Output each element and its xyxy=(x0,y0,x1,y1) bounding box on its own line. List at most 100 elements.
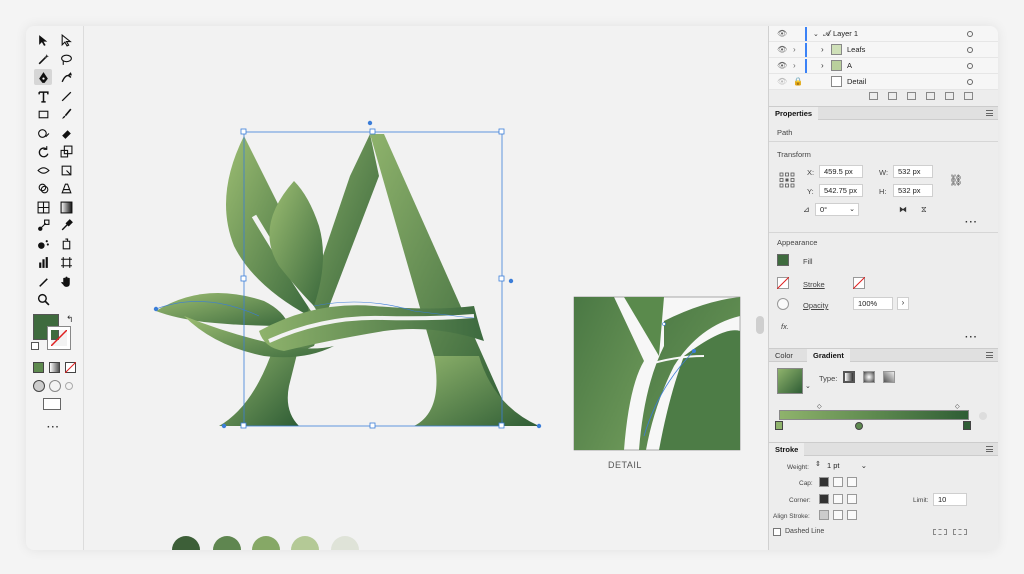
gradient-stop-left[interactable] xyxy=(775,421,783,430)
tab-gradient[interactable]: Gradient xyxy=(807,349,850,362)
selection-tool-icon[interactable] xyxy=(34,32,52,48)
opacity-link[interactable]: Opacity xyxy=(803,301,828,310)
type-tool-icon[interactable] xyxy=(34,88,52,104)
layer-row-detail[interactable]: 👁 🔒 Detail xyxy=(769,74,998,90)
perspective-grid-tool-icon[interactable] xyxy=(57,180,75,196)
color-mode-icon[interactable] xyxy=(33,362,44,373)
layer-row-layer1[interactable]: 👁 ⌄ 𝓐 Layer 1 xyxy=(769,26,998,42)
more-options-icon[interactable]: ··· xyxy=(965,217,978,228)
draw-normal-icon[interactable] xyxy=(33,380,45,392)
freeform-gradient-icon[interactable] xyxy=(883,371,895,383)
artboard-canvas[interactable]: DETAIL xyxy=(84,26,768,550)
fill-color-swatch[interactable] xyxy=(777,254,789,266)
more-tools-icon[interactable]: ··· xyxy=(47,422,60,433)
screen-mode-icon[interactable] xyxy=(43,398,61,410)
new-sublayer-icon[interactable] xyxy=(926,92,935,100)
gradient-tool-icon[interactable] xyxy=(57,199,75,215)
gradient-midpoint-icon[interactable]: ◇ xyxy=(817,403,822,410)
butt-cap-icon[interactable] xyxy=(819,477,829,487)
slice-tool-icon[interactable] xyxy=(34,273,52,289)
symbol-sprayer-tool-icon[interactable] xyxy=(34,236,52,252)
align-center-icon[interactable] xyxy=(819,510,829,520)
more-appearance-icon[interactable]: ··· xyxy=(965,332,978,343)
none-mode-icon[interactable] xyxy=(65,362,76,373)
gradient-stop-mid[interactable] xyxy=(855,422,863,430)
flip-vertical-icon[interactable]: ⧖ xyxy=(921,205,927,215)
gradient-stop-right[interactable] xyxy=(963,421,971,430)
tab-properties[interactable]: Properties xyxy=(769,107,819,120)
fx-icon[interactable]: fx. xyxy=(781,322,789,331)
scale-tool-icon[interactable] xyxy=(57,143,75,159)
lock-icon[interactable]: 🔒 xyxy=(793,77,803,86)
layer-row-a[interactable]: 👁 › › A xyxy=(769,58,998,74)
projecting-cap-icon[interactable] xyxy=(847,477,857,487)
shape-builder-tool-icon[interactable] xyxy=(34,180,52,196)
width-field[interactable]: 532 px xyxy=(893,165,933,178)
tab-color[interactable]: Color xyxy=(769,349,799,362)
stroke-swatch[interactable] xyxy=(47,326,71,350)
live-paint-tool-icon[interactable] xyxy=(57,236,75,252)
weight-field[interactable]: 1 pt ⌄ xyxy=(823,460,871,473)
target-circle-icon[interactable] xyxy=(967,30,973,37)
y-field[interactable]: 542.75 px xyxy=(819,184,863,197)
chevron-right-icon[interactable]: › xyxy=(897,297,909,310)
mesh-tool-icon[interactable] xyxy=(34,199,52,215)
blend-tool-icon[interactable] xyxy=(34,217,52,233)
export-icon[interactable] xyxy=(869,92,878,100)
gradient-midpoint-icon[interactable]: ◇ xyxy=(955,403,960,410)
gradient-mode-icon[interactable] xyxy=(49,362,60,373)
chevron-right-icon[interactable]: › xyxy=(793,45,803,54)
chevron-right-icon[interactable]: › xyxy=(821,61,824,70)
stroke-link[interactable]: Stroke xyxy=(803,280,825,289)
eraser-tool-icon[interactable] xyxy=(57,125,75,141)
pen-tool-icon[interactable] xyxy=(34,69,52,85)
dashed-line-checkbox[interactable] xyxy=(773,528,781,536)
visibility-eye-icon[interactable]: 👁 xyxy=(777,61,787,70)
round-cap-icon[interactable] xyxy=(833,477,843,487)
target-circle-icon[interactable] xyxy=(967,46,973,53)
align-inside-icon[interactable] xyxy=(833,510,843,520)
bevel-join-icon[interactable] xyxy=(847,494,857,504)
visibility-eye-icon[interactable]: 👁 xyxy=(777,29,787,38)
panel-menu-icon[interactable] xyxy=(986,110,993,116)
gradient-slider[interactable] xyxy=(779,410,969,420)
dash-align-icon[interactable] xyxy=(953,529,967,535)
panel-menu-icon[interactable] xyxy=(986,446,993,452)
curvature-tool-icon[interactable] xyxy=(57,69,75,85)
chevron-down-icon[interactable]: ⌄ xyxy=(805,382,811,390)
paintbrush-tool-icon[interactable] xyxy=(57,106,75,122)
draw-inside-icon[interactable] xyxy=(65,382,73,390)
width-tool-icon[interactable] xyxy=(34,162,52,178)
chevron-down-icon[interactable]: ⌄ xyxy=(813,30,819,38)
delete-layer-icon[interactable] xyxy=(964,92,973,100)
shaper-tool-icon[interactable] xyxy=(34,125,52,141)
x-field[interactable]: 459.5 px xyxy=(819,165,863,178)
chevron-right-icon[interactable]: › xyxy=(821,45,824,54)
panel-menu-icon[interactable] xyxy=(986,352,993,358)
target-circle-icon[interactable] xyxy=(967,62,973,69)
stroke-none-swatch[interactable] xyxy=(853,277,865,289)
zoom-tool-icon[interactable] xyxy=(34,291,52,307)
visibility-eye-icon[interactable]: 👁 xyxy=(777,45,787,54)
flip-horizontal-icon[interactable]: ⧓ xyxy=(899,205,907,214)
limit-field[interactable]: 10 xyxy=(933,493,967,506)
column-graph-tool-icon[interactable] xyxy=(34,254,52,270)
direct-selection-tool-icon[interactable] xyxy=(57,32,75,48)
rotate-field[interactable]: 0° ⌄ xyxy=(815,203,859,216)
lasso-tool-icon[interactable] xyxy=(57,51,75,67)
gradient-preview-swatch[interactable] xyxy=(777,368,803,394)
rotate-tool-icon[interactable] xyxy=(34,143,52,159)
default-fill-stroke-icon[interactable] xyxy=(31,342,39,350)
reference-point-icon[interactable] xyxy=(779,172,795,188)
visibility-eye-icon[interactable]: 👁 xyxy=(777,77,787,86)
layer-row-leafs[interactable]: 👁 › › Leafs xyxy=(769,42,998,58)
magic-wand-tool-icon[interactable] xyxy=(34,51,52,67)
locate-object-icon[interactable] xyxy=(888,92,897,100)
swap-fill-stroke-icon[interactable]: ↰ xyxy=(66,314,74,325)
opacity-field[interactable]: 100% xyxy=(853,297,893,310)
artboard-tool-icon[interactable] xyxy=(57,254,75,270)
miter-join-icon[interactable] xyxy=(819,494,829,504)
rectangle-tool-icon[interactable] xyxy=(34,106,52,122)
stepper-icon[interactable]: ⇕ xyxy=(815,460,821,468)
new-layer-icon[interactable] xyxy=(945,92,954,100)
